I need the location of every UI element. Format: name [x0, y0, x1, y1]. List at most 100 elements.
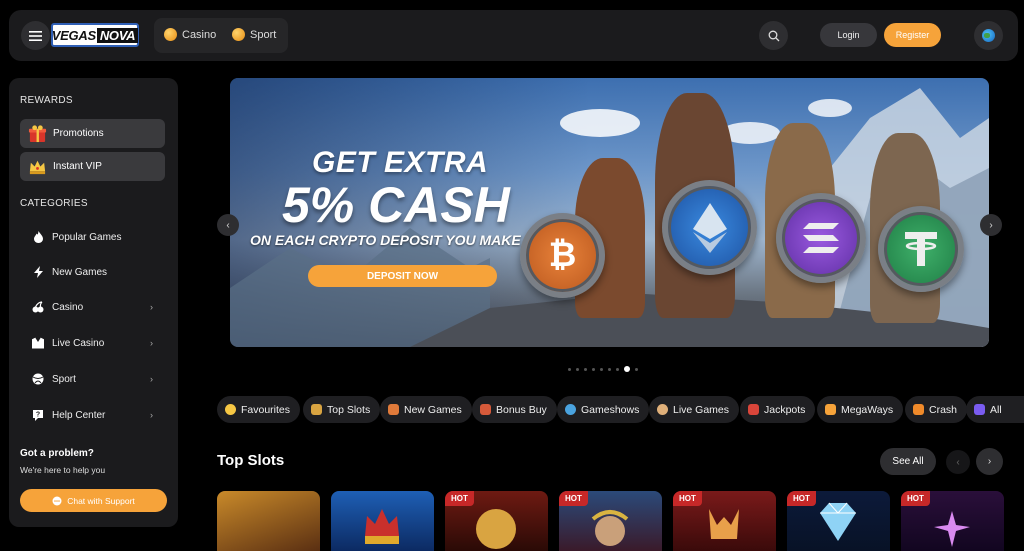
- help-center-label: Help Center: [52, 409, 106, 421]
- deposit-now-button[interactable]: DEPOSIT NOW: [308, 265, 497, 287]
- sidebar-item-sport[interactable]: Sport ›: [20, 366, 165, 392]
- banner-next-button[interactable]: ›: [980, 214, 1002, 236]
- help-icon: ?: [32, 409, 44, 421]
- sidebar: REWARDS Promotions Instant VIP CATEGORIE…: [9, 78, 178, 527]
- hot-badge: HOT: [445, 491, 474, 506]
- popular-games-label: Popular Games: [52, 231, 122, 243]
- game-card[interactable]: HOT: [673, 491, 776, 551]
- bitcoin-shield-icon: ₿: [520, 213, 605, 298]
- chevron-right-icon: ›: [150, 410, 153, 420]
- rocket-icon: [913, 404, 924, 415]
- chip-jackpots[interactable]: Jackpots: [740, 396, 816, 423]
- chip-label: Gameshows: [581, 403, 640, 416]
- chip-megaways[interactable]: MegaWays: [817, 396, 904, 423]
- chip-crash[interactable]: Crash: [905, 396, 968, 423]
- chip-new-games[interactable]: New Games: [380, 396, 472, 423]
- svg-text:?: ?: [36, 412, 40, 419]
- sidebar-item-casino[interactable]: Casino ›: [20, 294, 165, 320]
- chip-favourites[interactable]: Favourites: [217, 396, 301, 423]
- chip-live-games[interactable]: Live Games: [649, 396, 740, 423]
- gift-icon: [28, 125, 47, 143]
- tether-shield-icon: [878, 206, 964, 292]
- chip-top-slots[interactable]: Top Slots: [303, 396, 381, 423]
- star-icon: [225, 404, 236, 415]
- categories-title: CATEGORIES: [20, 198, 88, 209]
- all-icon: [974, 404, 985, 415]
- game-card[interactable]: HOT: [445, 491, 548, 551]
- game-card[interactable]: [331, 491, 434, 551]
- hot-badge: HOT: [787, 491, 816, 506]
- chip-label: MegaWays: [841, 403, 894, 416]
- slots-next-button[interactable]: ›: [976, 448, 1003, 475]
- sport-coin-icon: [232, 28, 245, 41]
- banner-headline-1: GET EXTRA: [312, 146, 489, 179]
- chat-support-button[interactable]: Chat with Support: [20, 489, 167, 512]
- menu-button[interactable]: [21, 21, 50, 50]
- chip-label: New Games: [404, 403, 462, 416]
- game-card[interactable]: [217, 491, 320, 551]
- globe-icon: [982, 29, 995, 42]
- chip-label: Bonus Buy: [496, 403, 547, 416]
- chip-gameshows[interactable]: Gameshows: [557, 396, 650, 423]
- chip-label: Top Slots: [327, 403, 371, 416]
- logo-text-vegas: VEGAS: [51, 27, 96, 43]
- pagination-dot[interactable]: [616, 367, 619, 371]
- chevron-left-icon: ‹: [226, 219, 230, 231]
- chevron-right-icon: ›: [989, 219, 993, 231]
- game-card[interactable]: HOT: [559, 491, 662, 551]
- slots-prev-button[interactable]: ‹: [946, 450, 970, 474]
- pagination-dot[interactable]: [584, 367, 587, 371]
- casino-label: Casino: [52, 301, 84, 313]
- pagination-dot[interactable]: [635, 367, 638, 371]
- chip-all[interactable]: All: [966, 396, 1024, 423]
- language-button[interactable]: [974, 21, 1003, 50]
- suit-icon: [32, 337, 44, 349]
- crown-icon: [365, 509, 399, 544]
- chip-bonus-buy[interactable]: Bonus Buy: [472, 396, 557, 423]
- sidebar-item-promotions[interactable]: Promotions: [20, 119, 165, 148]
- wheel-icon: [565, 404, 576, 415]
- sidebar-item-popular-games[interactable]: Popular Games: [20, 224, 165, 250]
- ball-icon: [32, 373, 44, 385]
- chat-icon: [52, 496, 62, 505]
- nav-sport[interactable]: Sport: [232, 28, 276, 41]
- see-all-button[interactable]: See All: [880, 448, 936, 475]
- login-button[interactable]: Login: [820, 23, 877, 47]
- game-card[interactable]: HOT: [787, 491, 890, 551]
- fire-icon: [32, 231, 44, 243]
- sidebar-item-new-games[interactable]: New Games: [20, 259, 165, 285]
- sidebar-item-help-center[interactable]: ? Help Center ›: [20, 402, 165, 428]
- chevron-right-icon: ›: [150, 374, 153, 384]
- hot-badge: HOT: [673, 491, 702, 506]
- solana-shield-icon: [776, 193, 866, 283]
- register-button[interactable]: Register: [884, 23, 941, 47]
- nav-casino[interactable]: Casino: [164, 28, 216, 41]
- main-nav: Casino Sport: [154, 18, 288, 53]
- nav-sport-label: Sport: [250, 28, 277, 41]
- pagination-dot[interactable]: [592, 367, 595, 371]
- banner-prev-button[interactable]: ‹: [217, 214, 239, 236]
- search-button[interactable]: [759, 21, 788, 50]
- chip-label: Jackpots: [764, 403, 806, 416]
- site-logo[interactable]: VEGAS NOVA: [51, 23, 139, 47]
- megaways-icon: [825, 404, 836, 415]
- promo-banner[interactable]: ₿ GET EXTRA 5% CASH ON EACH CRYPTO DEPOS…: [230, 78, 989, 347]
- pagination-dot[interactable]: [576, 367, 579, 371]
- chat-support-label: Chat with Support: [67, 495, 135, 506]
- pagination-dot[interactable]: [608, 367, 611, 371]
- game-card[interactable]: HOT: [901, 491, 1004, 551]
- help-subtitle: We're here to help you: [20, 465, 106, 475]
- pagination-dot[interactable]: [624, 366, 630, 372]
- casino-coin-icon: [164, 28, 177, 41]
- sidebar-item-instant-vip[interactable]: Instant VIP: [20, 152, 165, 181]
- sidebar-item-live-casino[interactable]: Live Casino ›: [20, 330, 165, 356]
- chevron-right-icon: ›: [150, 338, 153, 348]
- cherry-icon: [32, 301, 44, 313]
- logo-text-nova: NOVA: [96, 27, 139, 43]
- banner-subheadline: ON EACH CRYPTO DEPOSIT YOU MAKE: [250, 232, 521, 248]
- pagination-dot[interactable]: [600, 367, 603, 371]
- chip-label: All: [990, 403, 1002, 416]
- lightning-icon: [32, 266, 44, 278]
- slot-icon: [311, 404, 322, 415]
- pagination-dot[interactable]: [568, 367, 571, 371]
